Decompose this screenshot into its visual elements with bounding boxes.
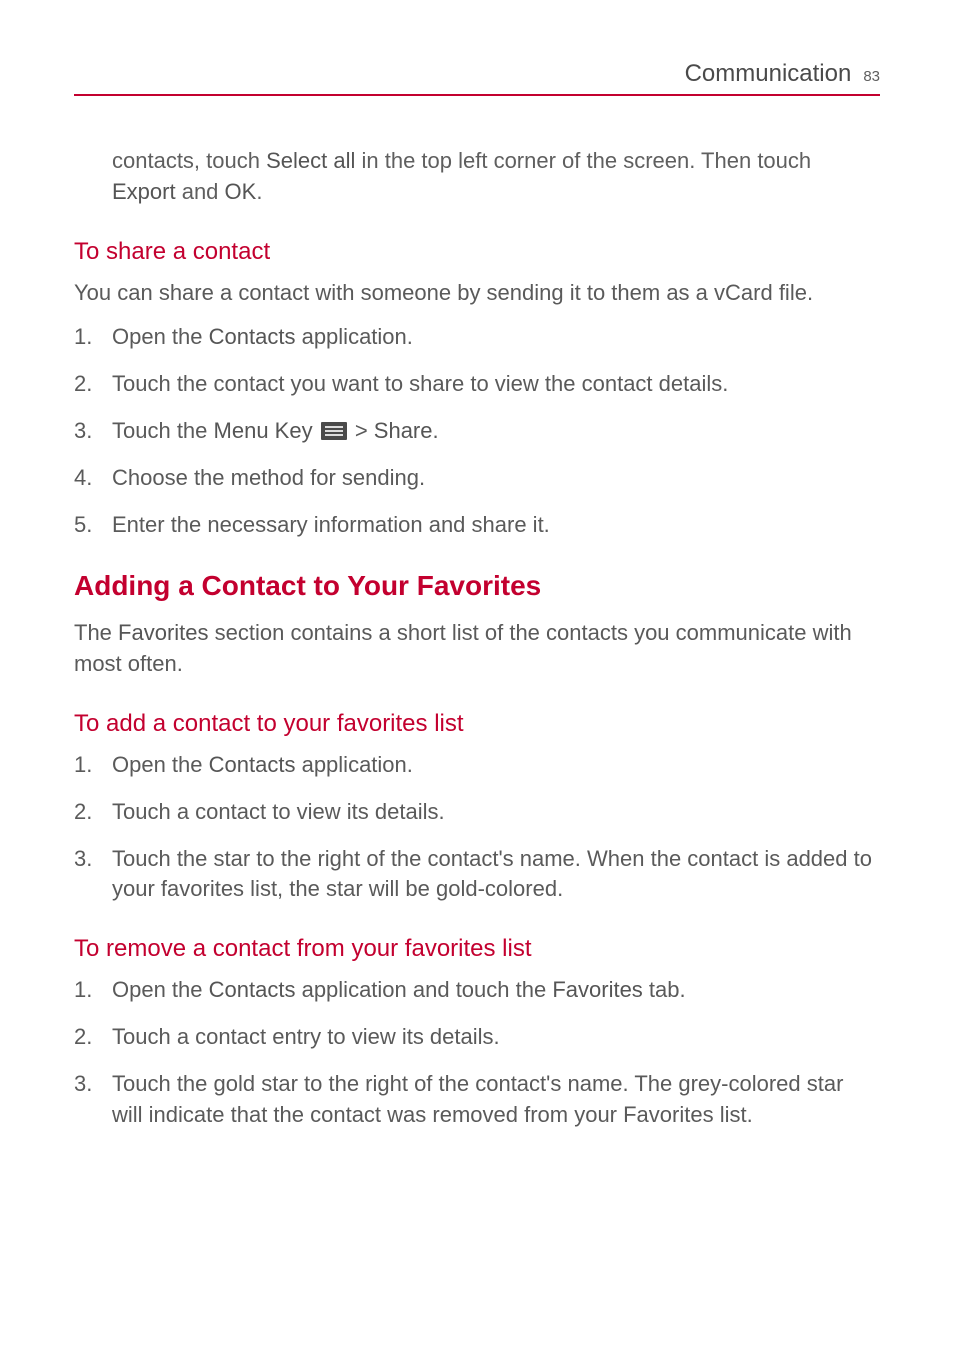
intro-text: . — [256, 179, 262, 204]
list-item: Touch the gold star to the right of the … — [74, 1069, 880, 1131]
remove-favorite-heading: To remove a contact from your favorites … — [74, 935, 880, 963]
share-steps-list: Open the Contacts application. Touch the… — [74, 322, 880, 540]
favorites-label: Favorites — [118, 620, 208, 645]
step-text: Open the — [112, 324, 209, 349]
select-all-label: Select all — [266, 148, 355, 173]
list-item: Enter the necessary information and shar… — [74, 510, 880, 541]
add-favorite-steps: Open the Contacts application. Touch a c… — [74, 750, 880, 905]
contacts-label: Contacts — [209, 977, 296, 1002]
intro-text: contacts, touch — [112, 148, 266, 173]
menu-key-label: Menu Key — [214, 418, 313, 443]
step-text: application. — [295, 324, 412, 349]
list-item: Touch the Menu Key > Share. — [74, 416, 880, 447]
intro-paragraph: contacts, touch Select all in the top le… — [112, 146, 880, 208]
list-item: Touch a contact entry to view its detail… — [74, 1022, 880, 1053]
step-text: application. — [295, 752, 412, 777]
list-item: Open the Contacts application and touch … — [74, 975, 880, 1006]
list-item: Touch a contact to view its details. — [74, 797, 880, 828]
ok-label: OK — [225, 179, 257, 204]
share-contact-heading: To share a contact — [74, 238, 880, 266]
menu-key-icon — [321, 422, 347, 440]
share-contact-desc: You can share a contact with someone by … — [74, 278, 880, 309]
remove-favorite-steps: Open the Contacts application and touch … — [74, 975, 880, 1130]
desc-text: The — [74, 620, 118, 645]
contacts-label: Contacts — [209, 324, 296, 349]
list-item: Open the Contacts application. — [74, 322, 880, 353]
step-text: Open the — [112, 977, 209, 1002]
list-item: Choose the method for sending. — [74, 463, 880, 494]
favorites-desc: The Favorites section contains a short l… — [74, 618, 880, 680]
export-label: Export — [112, 179, 176, 204]
add-favorite-heading: To add a contact to your favorites list — [74, 710, 880, 738]
step-text: application and touch the — [295, 977, 552, 1002]
favorites-tab-label: Favorites — [552, 977, 642, 1002]
section-title: Communication — [685, 60, 852, 88]
intro-text: and — [176, 179, 225, 204]
contacts-label: Contacts — [209, 752, 296, 777]
step-text: Touch the — [112, 418, 214, 443]
step-text: > — [349, 418, 374, 443]
list-item: Touch the contact you want to share to v… — [74, 369, 880, 400]
adding-favorites-heading: Adding a Contact to Your Favorites — [74, 570, 880, 602]
list-item: Open the Contacts application. — [74, 750, 880, 781]
step-text: . — [433, 418, 439, 443]
step-text: tab. — [643, 977, 686, 1002]
share-label: Share — [374, 418, 433, 443]
page-header: Communication 83 — [74, 60, 880, 96]
intro-text: in the top left corner of the screen. Th… — [355, 148, 811, 173]
step-text: Open the — [112, 752, 209, 777]
list-item: Touch the star to the right of the conta… — [74, 844, 880, 906]
page-number: 83 — [863, 68, 880, 85]
